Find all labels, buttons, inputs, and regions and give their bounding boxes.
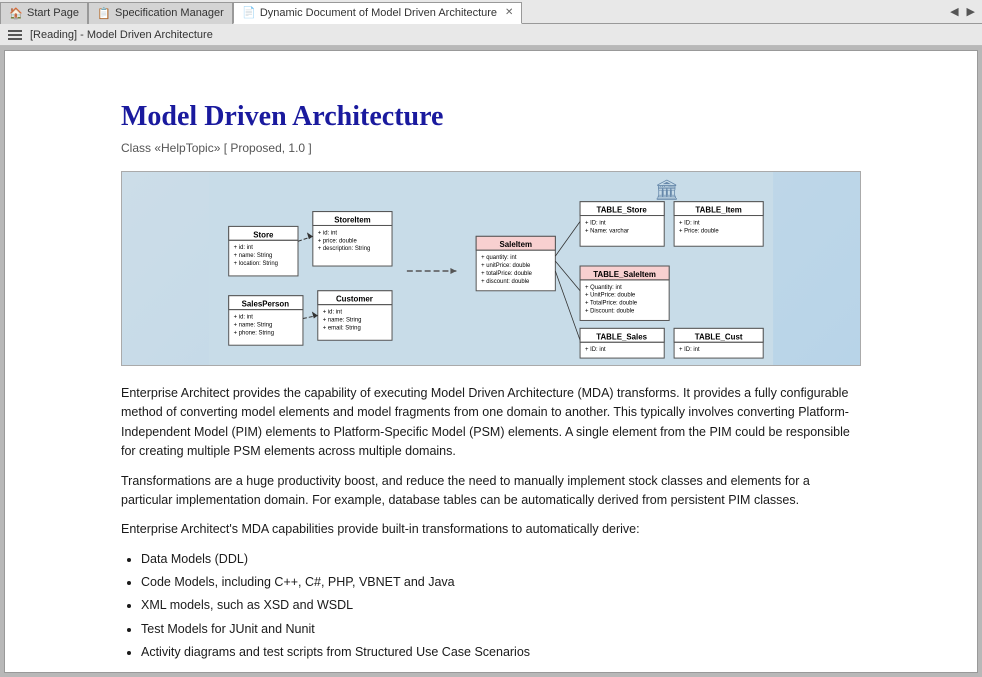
svg-text:TABLE_Item: TABLE_Item — [695, 206, 741, 215]
start-page-icon: 🏠 — [9, 6, 23, 20]
spec-manager-label: Specification Manager — [115, 7, 224, 19]
list-item: Test Models for JUnit and Nunit — [141, 620, 861, 639]
menu-button[interactable] — [6, 28, 24, 42]
svg-text:+ id: int: + id: int — [323, 310, 343, 316]
svg-text:+ TotalPrice: double: + TotalPrice: double — [585, 301, 638, 307]
svg-text:SaleItem: SaleItem — [499, 240, 532, 249]
dynamic-doc-icon: 📄 — [242, 6, 256, 20]
list-item: Code Models, including C++, C#, PHP, VBN… — [141, 573, 861, 592]
bullet-list: Data Models (DDL) Code Models, including… — [141, 550, 861, 663]
svg-text:+ id: int: + id: int — [318, 230, 338, 236]
uml-svg: Store + id: int + name: String + locatio… — [122, 172, 860, 365]
svg-text:+ quantity: int: + quantity: int — [481, 255, 517, 261]
svg-text:Customer: Customer — [336, 295, 373, 304]
svg-text:+ name: String: + name: String — [323, 317, 362, 323]
svg-text:+ ID: int: + ID: int — [585, 220, 606, 226]
document-panel: Model Driven Architecture Class «HelpTop… — [0, 46, 982, 677]
document-body: Enterprise Architect provides the capabi… — [121, 384, 861, 663]
svg-text:+ price: double: + price: double — [318, 238, 358, 244]
tab-start-page[interactable]: 🏠 Start Page — [0, 2, 88, 24]
svg-text:+ location: String: + location: String — [234, 261, 278, 267]
svg-text:+ unitPrice: double: + unitPrice: double — [481, 263, 531, 269]
svg-text:+ totalPrice: double: + totalPrice: double — [481, 271, 533, 277]
svg-text:SalesPerson: SalesPerson — [242, 300, 290, 309]
tab-nav: ◀ ▶ — [947, 5, 982, 18]
svg-text:+ ID: int: + ID: int — [679, 347, 700, 353]
paragraph-3: Enterprise Architect's MDA capabilities … — [121, 520, 861, 539]
svg-text:Store: Store — [253, 230, 274, 239]
svg-text:+ description: String: + description: String — [318, 246, 371, 252]
main-area: Model Driven Architecture Class «HelpTop… — [0, 46, 982, 677]
svg-text:+ UnitPrice: double: + UnitPrice: double — [585, 293, 636, 299]
document-content: Model Driven Architecture Class «HelpTop… — [41, 51, 941, 673]
svg-text:+ Quantity: int: + Quantity: int — [585, 285, 622, 291]
tab-dynamic-doc[interactable]: 📄 Dynamic Document of Model Driven Archi… — [233, 2, 523, 24]
svg-text:TABLE_Sales: TABLE_Sales — [596, 332, 647, 341]
svg-text:+ email: String: + email: String — [323, 325, 361, 331]
svg-text:+ id: int: + id: int — [234, 314, 254, 320]
list-item: XML models, such as XSD and WSDL — [141, 596, 861, 615]
svg-text:+ id: int: + id: int — [234, 245, 254, 251]
svg-text:🏛: 🏛 — [654, 180, 679, 202]
svg-text:+ Discount: double: + Discount: double — [585, 309, 635, 315]
list-item: Data Models (DDL) — [141, 550, 861, 569]
svg-text:TABLE_Store: TABLE_Store — [596, 206, 647, 215]
paragraph-2: Transformations are a huge productivity … — [121, 472, 861, 511]
spec-manager-icon: 📋 — [97, 6, 111, 20]
svg-text:TABLE_SaleItem: TABLE_SaleItem — [593, 270, 656, 279]
svg-text:+ ID: int: + ID: int — [585, 347, 606, 353]
svg-text:+ name: String: + name: String — [234, 322, 273, 328]
svg-text:+ discount: double: + discount: double — [481, 279, 530, 285]
document-meta: Class «HelpTopic» [ Proposed, 1.0 ] — [121, 141, 861, 155]
document-title: Model Driven Architecture — [121, 101, 861, 133]
svg-text:+ name: String: + name: String — [234, 253, 273, 259]
svg-text:+ ID: int: + ID: int — [679, 220, 700, 226]
svg-text:+ phone: String: + phone: String — [234, 330, 274, 336]
svg-text:TABLE_Cust: TABLE_Cust — [695, 332, 743, 341]
status-bar: [Reading] - Model Driven Architecture — [0, 24, 982, 46]
svg-text:StoreItem: StoreItem — [334, 215, 370, 224]
document-scroll-area[interactable]: Model Driven Architecture Class «HelpTop… — [4, 50, 978, 673]
diagram-image: Store + id: int + name: String + locatio… — [121, 171, 861, 366]
tab-close-button[interactable]: ✕ — [505, 7, 513, 18]
start-page-label: Start Page — [27, 7, 79, 19]
tab-spec-manager[interactable]: 📋 Specification Manager — [88, 2, 233, 24]
list-item: Activity diagrams and test scripts from … — [141, 643, 861, 662]
tab-bar: 🏠 Start Page 📋 Specification Manager 📄 D… — [0, 0, 982, 24]
svg-text:+ Price: double: + Price: double — [679, 228, 719, 234]
nav-forward-button[interactable]: ▶ — [964, 5, 978, 18]
nav-back-button[interactable]: ◀ — [947, 5, 961, 18]
dynamic-doc-label: Dynamic Document of Model Driven Archite… — [260, 7, 497, 19]
svg-text:+ Name: varchar: + Name: varchar — [585, 228, 629, 234]
paragraph-1: Enterprise Architect provides the capabi… — [121, 384, 861, 462]
status-text: [Reading] - Model Driven Architecture — [30, 29, 213, 41]
